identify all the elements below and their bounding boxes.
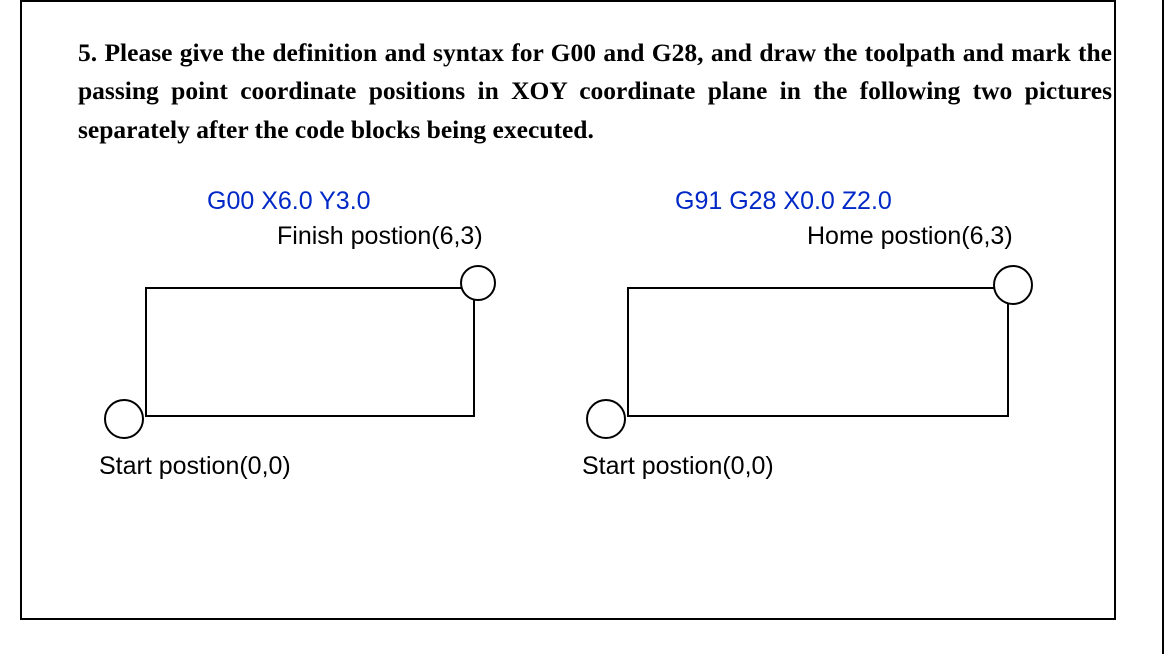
start-circle-icon-right — [586, 399, 626, 439]
page-inner-border: 5. Please give the definition and syntax… — [20, 0, 1116, 620]
page-outer-border: 5. Please give the definition and syntax… — [0, 0, 1164, 654]
code-g00: G00 X6.0 Y3.0 — [207, 187, 371, 216]
question-text: 5. Please give the definition and syntax… — [78, 34, 1112, 149]
home-circle-icon — [993, 265, 1033, 305]
start-circle-icon — [104, 399, 144, 439]
start-position-label-left: Start postion(0,0) — [99, 452, 291, 481]
rect-g28 — [627, 287, 1009, 417]
finish-circle-icon — [460, 265, 496, 301]
code-g28: G91 G28 X0.0 Z2.0 — [675, 187, 892, 216]
start-position-label-right: Start postion(0,0) — [582, 452, 774, 481]
home-position-label: Home postion(6,3) — [807, 222, 1013, 251]
finish-position-label: Finish postion(6,3) — [277, 222, 483, 251]
rect-g00 — [145, 287, 475, 417]
